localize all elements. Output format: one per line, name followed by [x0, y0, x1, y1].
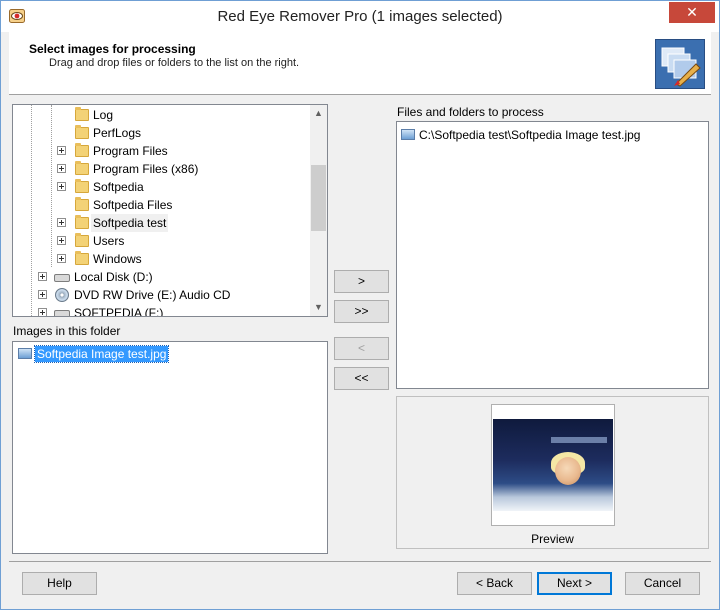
- scroll-down-icon[interactable]: ▼: [310, 299, 327, 316]
- close-icon: ✕: [686, 4, 698, 20]
- image-file-icon: [401, 129, 415, 140]
- images-folder-list[interactable]: Softpedia Image test.jpg: [12, 341, 328, 554]
- images-folder-label: Images in this folder: [13, 324, 121, 338]
- list-item-label: Softpedia Image test.jpg: [33, 345, 170, 363]
- tree-scrollbar[interactable]: ▲ ▼: [310, 105, 327, 316]
- preview-image-watermark: [551, 437, 607, 443]
- header-title: Select images for processing: [29, 42, 196, 56]
- tree-item-label: Program Files (x86): [93, 162, 199, 176]
- back-button[interactable]: < Back: [457, 572, 532, 595]
- preview-panel: Preview: [396, 396, 709, 549]
- tree-item-label: DVD RW Drive (E:) Audio CD: [74, 288, 231, 302]
- window-title: Red Eye Remover Pro (1 images selected): [217, 8, 503, 25]
- preview-caption: Preview: [531, 532, 574, 546]
- tree-item-label: Softpedia test: [91, 214, 169, 232]
- scrollbar-thumb[interactable]: [311, 165, 326, 231]
- red-eye-app-icon[interactable]: [9, 8, 25, 24]
- tree-item-label: Users: [93, 234, 125, 248]
- expand-icon[interactable]: [57, 218, 66, 227]
- expand-icon[interactable]: [57, 236, 66, 245]
- remove-all-button[interactable]: <<: [334, 367, 389, 390]
- expand-icon[interactable]: [57, 182, 66, 191]
- scroll-up-icon[interactable]: ▲: [310, 105, 327, 122]
- preview-image: [493, 419, 613, 511]
- folder-icon: [75, 233, 89, 247]
- hard-drive-icon: [54, 274, 70, 282]
- list-item-label: C:\Softpedia test\Softpedia Image test.j…: [419, 128, 641, 142]
- tree-guide-line: [31, 105, 32, 316]
- cancel-button[interactable]: Cancel: [625, 572, 700, 595]
- add-button[interactable]: >: [334, 270, 389, 293]
- expand-icon[interactable]: [57, 254, 66, 263]
- image-file-icon: [18, 348, 32, 359]
- process-list[interactable]: C:\Softpedia test\Softpedia Image test.j…: [396, 121, 709, 389]
- tree-item-label: SOFTPEDIA (F:): [74, 306, 164, 317]
- folder-icon: [75, 215, 89, 229]
- preview-image-face: [555, 457, 581, 485]
- next-button[interactable]: Next >: [537, 572, 612, 595]
- help-button[interactable]: Help: [22, 572, 97, 595]
- close-button[interactable]: ✕: [669, 2, 715, 23]
- expand-icon[interactable]: [38, 272, 47, 281]
- folder-icon: [75, 251, 89, 265]
- wizard-header: Select images for processing Drag and dr…: [9, 32, 711, 95]
- main-window: Red Eye Remover Pro (1 images selected) …: [0, 0, 720, 610]
- preview-frame: [491, 404, 615, 526]
- folder-tree[interactable]: Log PerfLogs Program Files Program Files…: [12, 104, 328, 317]
- footer-separator: [9, 561, 711, 562]
- add-all-button[interactable]: >>: [334, 300, 389, 323]
- title-bar[interactable]: Red Eye Remover Pro (1 images selected) …: [1, 1, 719, 32]
- expand-icon[interactable]: [57, 146, 66, 155]
- header-subtitle: Drag and drop files or folders to the li…: [49, 57, 300, 69]
- expand-icon[interactable]: [38, 290, 47, 299]
- tree-item-label: Softpedia Files: [93, 198, 173, 212]
- expand-icon[interactable]: [57, 164, 66, 173]
- tree-item-label: Program Files: [93, 144, 168, 158]
- tree-item-label: Log: [93, 108, 114, 122]
- tree-item-label: Local Disk (D:): [74, 270, 153, 284]
- image-edit-icon: [655, 39, 705, 89]
- folder-icon: [75, 197, 89, 211]
- folder-icon: [75, 143, 89, 157]
- expand-icon[interactable]: [38, 308, 47, 316]
- tree-item-label: PerfLogs: [93, 126, 142, 140]
- folder-icon: [75, 125, 89, 139]
- folder-icon: [75, 107, 89, 121]
- tree-guide-line: [51, 105, 52, 267]
- folder-icon: [75, 179, 89, 193]
- process-list-label: Files and folders to process: [397, 105, 544, 119]
- remove-button[interactable]: <: [334, 337, 389, 360]
- tree-item-label: Windows: [93, 252, 142, 266]
- removable-drive-icon: [54, 310, 70, 316]
- folder-icon: [75, 161, 89, 175]
- tree-item-label: Softpedia: [93, 180, 144, 194]
- cd-drive-icon: [55, 288, 69, 302]
